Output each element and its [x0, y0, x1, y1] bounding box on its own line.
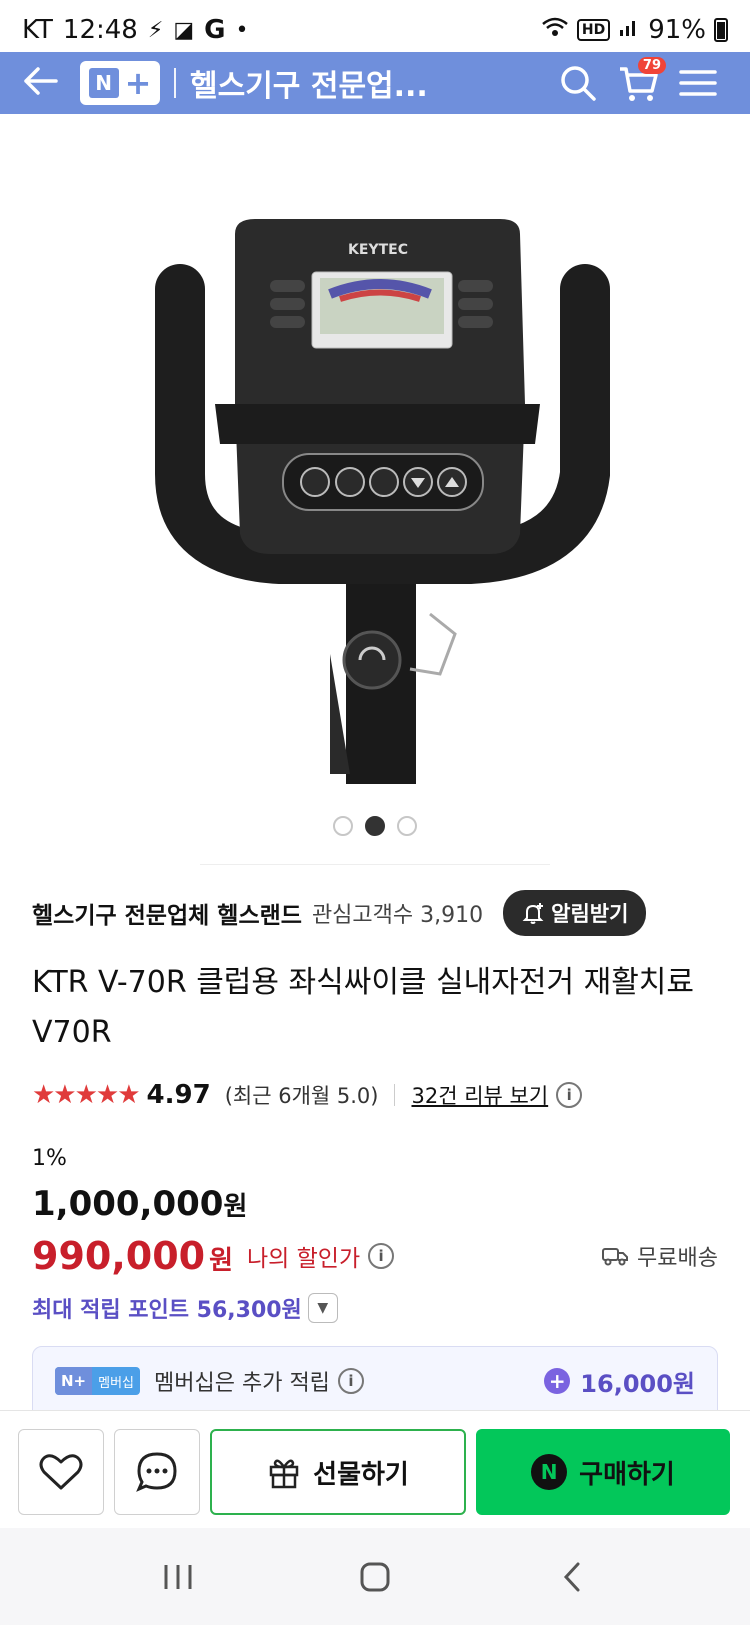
back-arrow-icon[interactable] — [22, 63, 72, 103]
svg-text:KEYTEC: KEYTEC — [348, 242, 408, 258]
signal-icon — [618, 15, 640, 45]
original-price-value: 1,000,000 — [32, 1184, 224, 1224]
max-points-row[interactable]: 최대 적립 포인트 56,300원 ▼ — [32, 1292, 338, 1324]
store-title[interactable]: 헬스기구 전문업... — [190, 61, 548, 105]
buy-label: 구매하기 — [579, 1459, 675, 1490]
info-icon[interactable]: i — [556, 1082, 583, 1108]
my-discount-label: 나의 할인가 — [247, 1246, 361, 1272]
hamburger-menu-icon — [679, 70, 717, 96]
menu-button[interactable] — [668, 67, 728, 99]
seller-row: 헬스기구 전문업체 헬스랜드 관심고객수 3,910 알림받기 — [32, 890, 718, 936]
sale-price-row: 990,000 원 나의 할인가 i 무료배송 — [32, 1234, 718, 1278]
membership-card: N+ 멤버십 멤버십은 추가 적립 i + 16,000원 — [32, 1346, 718, 1416]
gift-icon — [269, 1459, 299, 1489]
membership-text: 멤버십은 추가 적립 — [154, 1371, 330, 1396]
info-icon[interactable]: i — [337, 1368, 364, 1394]
info-icon[interactable]: i — [368, 1243, 395, 1269]
hd-icon: HD — [576, 19, 611, 41]
review-link[interactable]: 32건 리뷰 보기 — [411, 1080, 548, 1110]
app-header: N + 헬스기구 전문업... 79 — [0, 52, 750, 114]
membership-badge-label: 멤버십 — [98, 1375, 135, 1391]
shipping-info: 무료배송 — [601, 1240, 718, 1272]
status-bar: KT 12:48 ⚡ ◪ G • HD 91% — [0, 0, 750, 60]
notify-label: 알림받기 — [551, 902, 629, 926]
rating-divider — [394, 1084, 396, 1106]
clock: 12:48 — [62, 15, 138, 45]
original-price: 1,000,000원 — [32, 1184, 247, 1224]
follower-value: 3,910 — [420, 903, 484, 928]
buy-button[interactable]: N 구매하기 — [476, 1429, 730, 1515]
system-nav-bar — [0, 1528, 750, 1625]
exercise-bike-image: KEYTEC — [155, 219, 610, 784]
recent-rating: (최근 6개월 5.0) — [224, 1084, 379, 1108]
naver-n-icon: N — [531, 1454, 568, 1490]
notify-button[interactable]: 알림받기 — [503, 890, 647, 936]
heart-icon — [39, 1454, 83, 1490]
section-divider — [200, 864, 550, 865]
sale-price: 990,000 원 — [32, 1234, 233, 1278]
membership-points: + 16,000원 — [544, 1364, 695, 1399]
recent-apps-icon[interactable] — [138, 1562, 218, 1592]
logo-n: N — [88, 68, 119, 98]
bottom-action-bar: 선물하기 N 구매하기 — [0, 1410, 750, 1528]
chat-button[interactable] — [114, 1429, 200, 1515]
star-rating-icon: ★★★★★ — [32, 1080, 141, 1110]
logo-plus: + — [124, 64, 152, 102]
bolt-icon: ⚡ — [147, 17, 164, 43]
gallery-dot[interactable] — [333, 816, 353, 836]
sale-price-value: 990,000 — [32, 1234, 206, 1278]
gallery-dot-active[interactable] — [365, 816, 385, 836]
cart-button[interactable]: 79 — [608, 57, 668, 103]
battery-icon — [714, 18, 728, 42]
gift-label: 선물하기 — [313, 1459, 409, 1490]
naver-plus-logo[interactable]: N + — [80, 61, 160, 105]
back-icon[interactable] — [532, 1560, 612, 1594]
original-price-unit: 원 — [223, 1192, 248, 1222]
chevron-down-icon[interactable]: ▼ — [307, 1293, 338, 1323]
wifi-icon — [541, 16, 569, 44]
membership-badge: N+ 멤버십 — [55, 1367, 141, 1395]
product-image-gallery[interactable]: KEYTEC — [0, 114, 750, 794]
product-title: KTR V-70R 클럽용 좌식싸이클 실내자전거 재활치료 V70R — [32, 965, 695, 1050]
membership-badge-np: N+ — [55, 1367, 93, 1395]
chat-bubble-icon — [136, 1452, 177, 1492]
google-icon: G — [204, 15, 226, 45]
rating-score: 4.97 — [146, 1080, 211, 1110]
header-divider — [174, 68, 176, 98]
dot-icon: • — [235, 17, 249, 43]
bell-plus-icon — [522, 903, 544, 924]
max-points-label: 최대 적립 포인트 56,300원 — [32, 1298, 302, 1323]
cart-count-badge: 79 — [637, 57, 666, 74]
rating-row: ★★★★★ 4.97 (최근 6개월 5.0) 32건 리뷰 보기 i — [32, 1080, 583, 1110]
seller-name[interactable]: 헬스기구 전문업체 헬스랜드 — [32, 896, 302, 930]
battery-percent: 91% — [648, 15, 706, 45]
home-icon[interactable] — [335, 1560, 415, 1594]
truck-icon — [602, 1248, 629, 1266]
gallery-pagination — [0, 816, 750, 836]
search-icon — [561, 66, 596, 101]
gallery-dot[interactable] — [397, 816, 417, 836]
follower-count: 관심고객수 3,910 — [312, 897, 483, 929]
shipping-label: 무료배송 — [637, 1246, 718, 1271]
naver-band-icon: ◪ — [173, 17, 195, 43]
plus-circle-icon: + — [544, 1368, 571, 1394]
follower-label: 관심고객수 — [311, 903, 414, 928]
membership-points-value: 16,000원 — [580, 1369, 695, 1398]
sale-price-unit: 원 — [209, 1246, 233, 1276]
wishlist-button[interactable] — [18, 1429, 104, 1515]
gift-button[interactable]: 선물하기 — [210, 1429, 466, 1515]
discount-rate: 1% — [32, 1146, 67, 1171]
search-button[interactable] — [548, 63, 608, 103]
carrier-label: KT — [22, 15, 53, 45]
